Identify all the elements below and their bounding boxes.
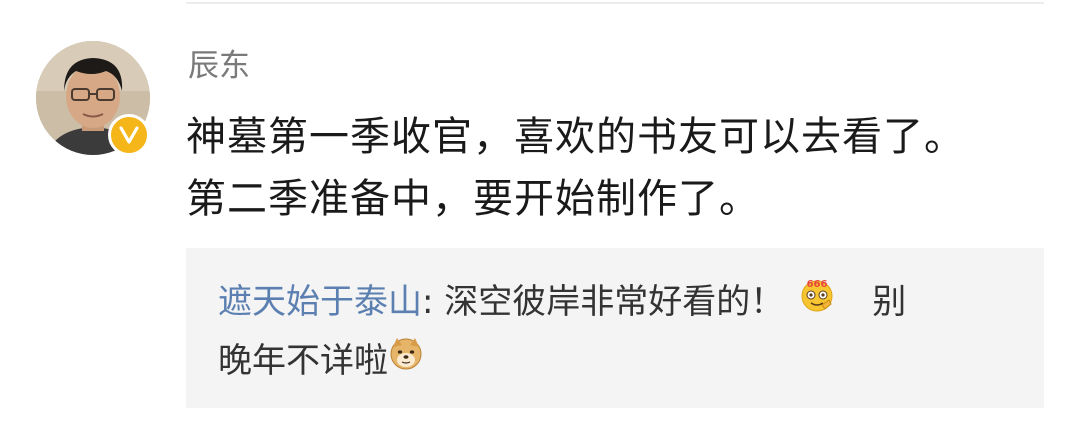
comment-line: 遮天始于泰山: 深空彼岸非常好看的！ 666 别 — [218, 278, 906, 329]
comment-text: 别 — [872, 282, 907, 322]
comment-user-link[interactable]: 遮天始于泰山 — [218, 282, 422, 322]
comment-text: 晚年不详啦 — [218, 341, 388, 381]
comment-line: 晚年不详啦 — [218, 337, 424, 387]
post-text-line: 第二季准备中，要开始制作了。 — [186, 176, 760, 222]
repost-comment-box[interactable]: 遮天始于泰山: 深空彼岸非常好看的！ 666 别 晚年不详啦 — [186, 248, 1044, 408]
comment-separator: : — [422, 282, 445, 322]
verified-badge-icon — [108, 114, 150, 156]
666-face-emoji-icon: 666 — [798, 275, 836, 326]
author-avatar[interactable] — [36, 41, 150, 156]
author-name[interactable]: 辰东 — [188, 44, 250, 88]
svg-text:666: 666 — [807, 279, 828, 290]
post-text: 神墓第一季收官，喜欢的书友可以去看了。 第二季准备中，要开始制作了。 — [186, 106, 1046, 230]
top-divider — [186, 2, 1044, 4]
post-text-line: 神墓第一季收官，喜欢的书友可以去看了。 — [186, 114, 965, 160]
comment-text: 深空彼岸非常好看的！ — [444, 282, 785, 322]
doge-emoji-icon — [388, 335, 424, 384]
